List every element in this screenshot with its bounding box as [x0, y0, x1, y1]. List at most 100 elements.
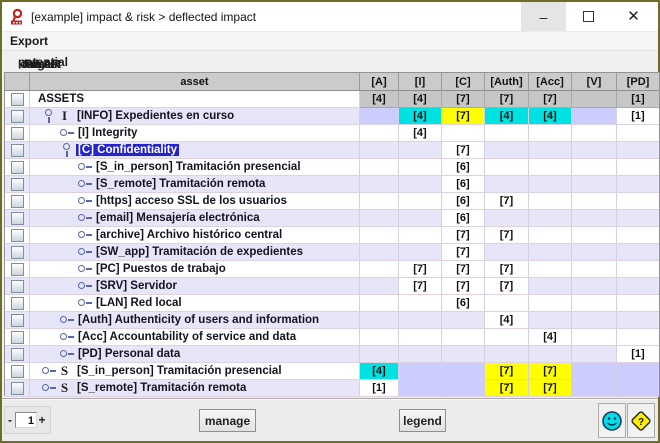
tree-expand-handle-icon[interactable]: [60, 313, 74, 327]
value-cell[interactable]: [360, 193, 399, 210]
table-row[interactable]: [I] Integrity[4]: [5, 125, 659, 142]
value-cell[interactable]: [6]: [442, 159, 485, 176]
table-row[interactable]: [PD] Personal data [1]: [5, 346, 659, 363]
row-checkbox[interactable]: [5, 91, 30, 108]
table-row[interactable]: [Acc] Accountability of service and data…: [5, 329, 659, 346]
value-cell[interactable]: [399, 210, 442, 227]
row-checkbox[interactable]: [5, 329, 30, 346]
value-cell[interactable]: [4]: [399, 125, 442, 142]
value-cell[interactable]: [7]: [442, 142, 485, 159]
value-cell[interactable]: [617, 278, 659, 295]
value-cell[interactable]: [7]: [485, 278, 529, 295]
asset-cell[interactable]: [C] Confidentiality: [30, 142, 360, 159]
value-cell[interactable]: [442, 346, 485, 363]
value-cell[interactable]: [4]: [485, 108, 529, 125]
value-cell[interactable]: [7]: [485, 227, 529, 244]
tree-collapse-handle-icon[interactable]: [42, 109, 56, 123]
value-cell[interactable]: [7]: [442, 244, 485, 261]
value-cell[interactable]: [485, 176, 529, 193]
tree-expand-handle-icon[interactable]: [78, 160, 92, 174]
asset-cell[interactable]: [LAN] Red local: [30, 295, 360, 312]
value-cell[interactable]: [7]: [399, 261, 442, 278]
value-cell[interactable]: [572, 363, 617, 380]
value-cell[interactable]: [572, 380, 617, 397]
tree-expand-handle-icon[interactable]: [78, 194, 92, 208]
value-cell[interactable]: [399, 142, 442, 159]
value-cell[interactable]: [7]: [442, 278, 485, 295]
value-cell[interactable]: [7]: [442, 91, 485, 108]
value-cell[interactable]: [572, 278, 617, 295]
close-button[interactable]: ✕: [611, 2, 656, 31]
tree-expand-handle-icon[interactable]: [78, 228, 92, 242]
value-cell[interactable]: [360, 346, 399, 363]
value-cell[interactable]: [6]: [442, 193, 485, 210]
value-cell[interactable]: [1]: [360, 380, 399, 397]
table-row[interactable]: [Auth] Authenticity of users and informa…: [5, 312, 659, 329]
row-checkbox[interactable]: [5, 312, 30, 329]
value-cell[interactable]: [572, 108, 617, 125]
value-cell[interactable]: [529, 193, 572, 210]
tree-expand-handle-icon[interactable]: [60, 126, 74, 140]
value-cell[interactable]: [6]: [442, 210, 485, 227]
value-cell[interactable]: [572, 176, 617, 193]
value-cell[interactable]: [399, 227, 442, 244]
value-cell[interactable]: [485, 295, 529, 312]
value-cell[interactable]: [360, 312, 399, 329]
header-v[interactable]: [V]: [572, 73, 617, 91]
value-cell[interactable]: [529, 125, 572, 142]
maximize-button[interactable]: [566, 2, 611, 31]
spinner-value-field[interactable]: 1: [15, 412, 37, 428]
value-cell[interactable]: [529, 159, 572, 176]
table-row[interactable]: [email] Mensajería electrónica [6]: [5, 210, 659, 227]
table-row[interactable]: [S_in_person] Tramitación presencial[6]: [5, 159, 659, 176]
row-checkbox[interactable]: [5, 108, 30, 125]
value-cell[interactable]: [399, 346, 442, 363]
value-cell[interactable]: [360, 278, 399, 295]
value-cell[interactable]: [360, 176, 399, 193]
asset-cell[interactable]: [S_remote] Tramitación remota: [30, 176, 360, 193]
value-cell[interactable]: [6]: [442, 295, 485, 312]
value-cell[interactable]: [399, 312, 442, 329]
value-cell[interactable]: [360, 142, 399, 159]
legend-button[interactable]: legend: [399, 409, 446, 432]
tree-expand-handle-icon[interactable]: [78, 279, 92, 293]
tree-expand-handle-icon[interactable]: [78, 177, 92, 191]
value-cell[interactable]: [1]: [617, 346, 659, 363]
value-cell[interactable]: [4]: [399, 108, 442, 125]
row-checkbox[interactable]: [5, 176, 30, 193]
value-cell[interactable]: [529, 278, 572, 295]
header-a[interactable]: [A]: [360, 73, 399, 91]
value-cell[interactable]: [7]: [485, 380, 529, 397]
value-cell[interactable]: [360, 227, 399, 244]
value-cell[interactable]: [572, 329, 617, 346]
value-cell[interactable]: [399, 295, 442, 312]
value-cell[interactable]: [7]: [442, 261, 485, 278]
table-row[interactable]: I[INFO] Expedientes en curso[4][7][4][4]…: [5, 108, 659, 125]
tree-expand-handle-icon[interactable]: [60, 330, 74, 344]
asset-cell[interactable]: [Auth] Authenticity of users and informa…: [30, 312, 360, 329]
row-checkbox[interactable]: [5, 363, 30, 380]
row-checkbox[interactable]: [5, 278, 30, 295]
value-cell[interactable]: [529, 312, 572, 329]
value-cell[interactable]: [572, 227, 617, 244]
manage-button[interactable]: manage: [199, 409, 256, 432]
table-row[interactable]: [C] Confidentiality [7]: [5, 142, 659, 159]
row-checkbox[interactable]: [5, 227, 30, 244]
value-cell[interactable]: [617, 295, 659, 312]
value-cell[interactable]: [7]: [485, 261, 529, 278]
value-cell[interactable]: [4]: [529, 108, 572, 125]
value-cell[interactable]: [442, 363, 485, 380]
asset-cell[interactable]: S[S_remote] Tramitación remota: [30, 380, 360, 397]
value-cell[interactable]: [529, 346, 572, 363]
value-cell[interactable]: [617, 142, 659, 159]
value-cell[interactable]: [572, 210, 617, 227]
value-cell[interactable]: [572, 295, 617, 312]
asset-cell[interactable]: [email] Mensajería electrónica: [30, 210, 360, 227]
asset-cell[interactable]: [PD] Personal data: [30, 346, 360, 363]
value-cell[interactable]: [572, 193, 617, 210]
value-cell[interactable]: [4]: [360, 91, 399, 108]
asset-cell[interactable]: [https] acceso SSL de los usuarios: [30, 193, 360, 210]
value-cell[interactable]: [572, 159, 617, 176]
spinner-minus-button[interactable]: -: [5, 413, 15, 427]
value-cell[interactable]: [7]: [485, 91, 529, 108]
